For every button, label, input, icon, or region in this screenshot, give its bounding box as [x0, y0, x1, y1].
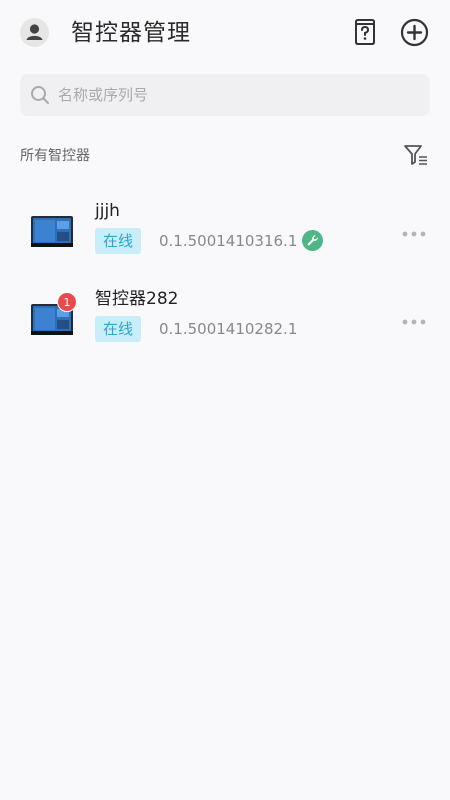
- help-button[interactable]: [352, 17, 378, 47]
- device-serial: 0.1.5001410282.1: [159, 320, 298, 338]
- device-name: jjjh: [95, 201, 120, 221]
- add-circle-icon: [400, 18, 429, 47]
- add-device-button[interactable]: [400, 18, 429, 47]
- status-badge: 在线: [95, 228, 142, 254]
- filter-button[interactable]: [403, 143, 429, 167]
- controller-device-icon: [31, 216, 73, 247]
- more-dots-icon: [402, 319, 426, 325]
- device-name: 智控器282: [95, 289, 179, 309]
- search-input[interactable]: [58, 74, 418, 116]
- filter-icon: [404, 145, 427, 165]
- header-bar: 智控器管理: [0, 0, 450, 66]
- list-item[interactable]: 1 智控器282 在线 0.1.5001410282.1: [0, 278, 450, 358]
- user-avatar-icon: [26, 24, 43, 40]
- status-badge: 在线: [95, 316, 142, 342]
- search-icon: [31, 86, 49, 104]
- more-dots-icon: [402, 231, 426, 237]
- device-serial: 0.1.5001410316.1: [159, 232, 298, 250]
- search-bar: [20, 74, 430, 116]
- section-label: 所有智控器: [20, 148, 90, 164]
- more-options-button[interactable]: [398, 314, 432, 328]
- notification-badge: 1: [57, 292, 77, 312]
- page-title: 智控器管理: [71, 20, 191, 46]
- list-item[interactable]: jjjh 在线 0.1.5001410316.1: [0, 190, 450, 270]
- avatar[interactable]: [20, 18, 49, 47]
- wrench-icon: [302, 230, 323, 251]
- more-options-button[interactable]: [398, 226, 432, 240]
- help-book-icon: [355, 19, 375, 45]
